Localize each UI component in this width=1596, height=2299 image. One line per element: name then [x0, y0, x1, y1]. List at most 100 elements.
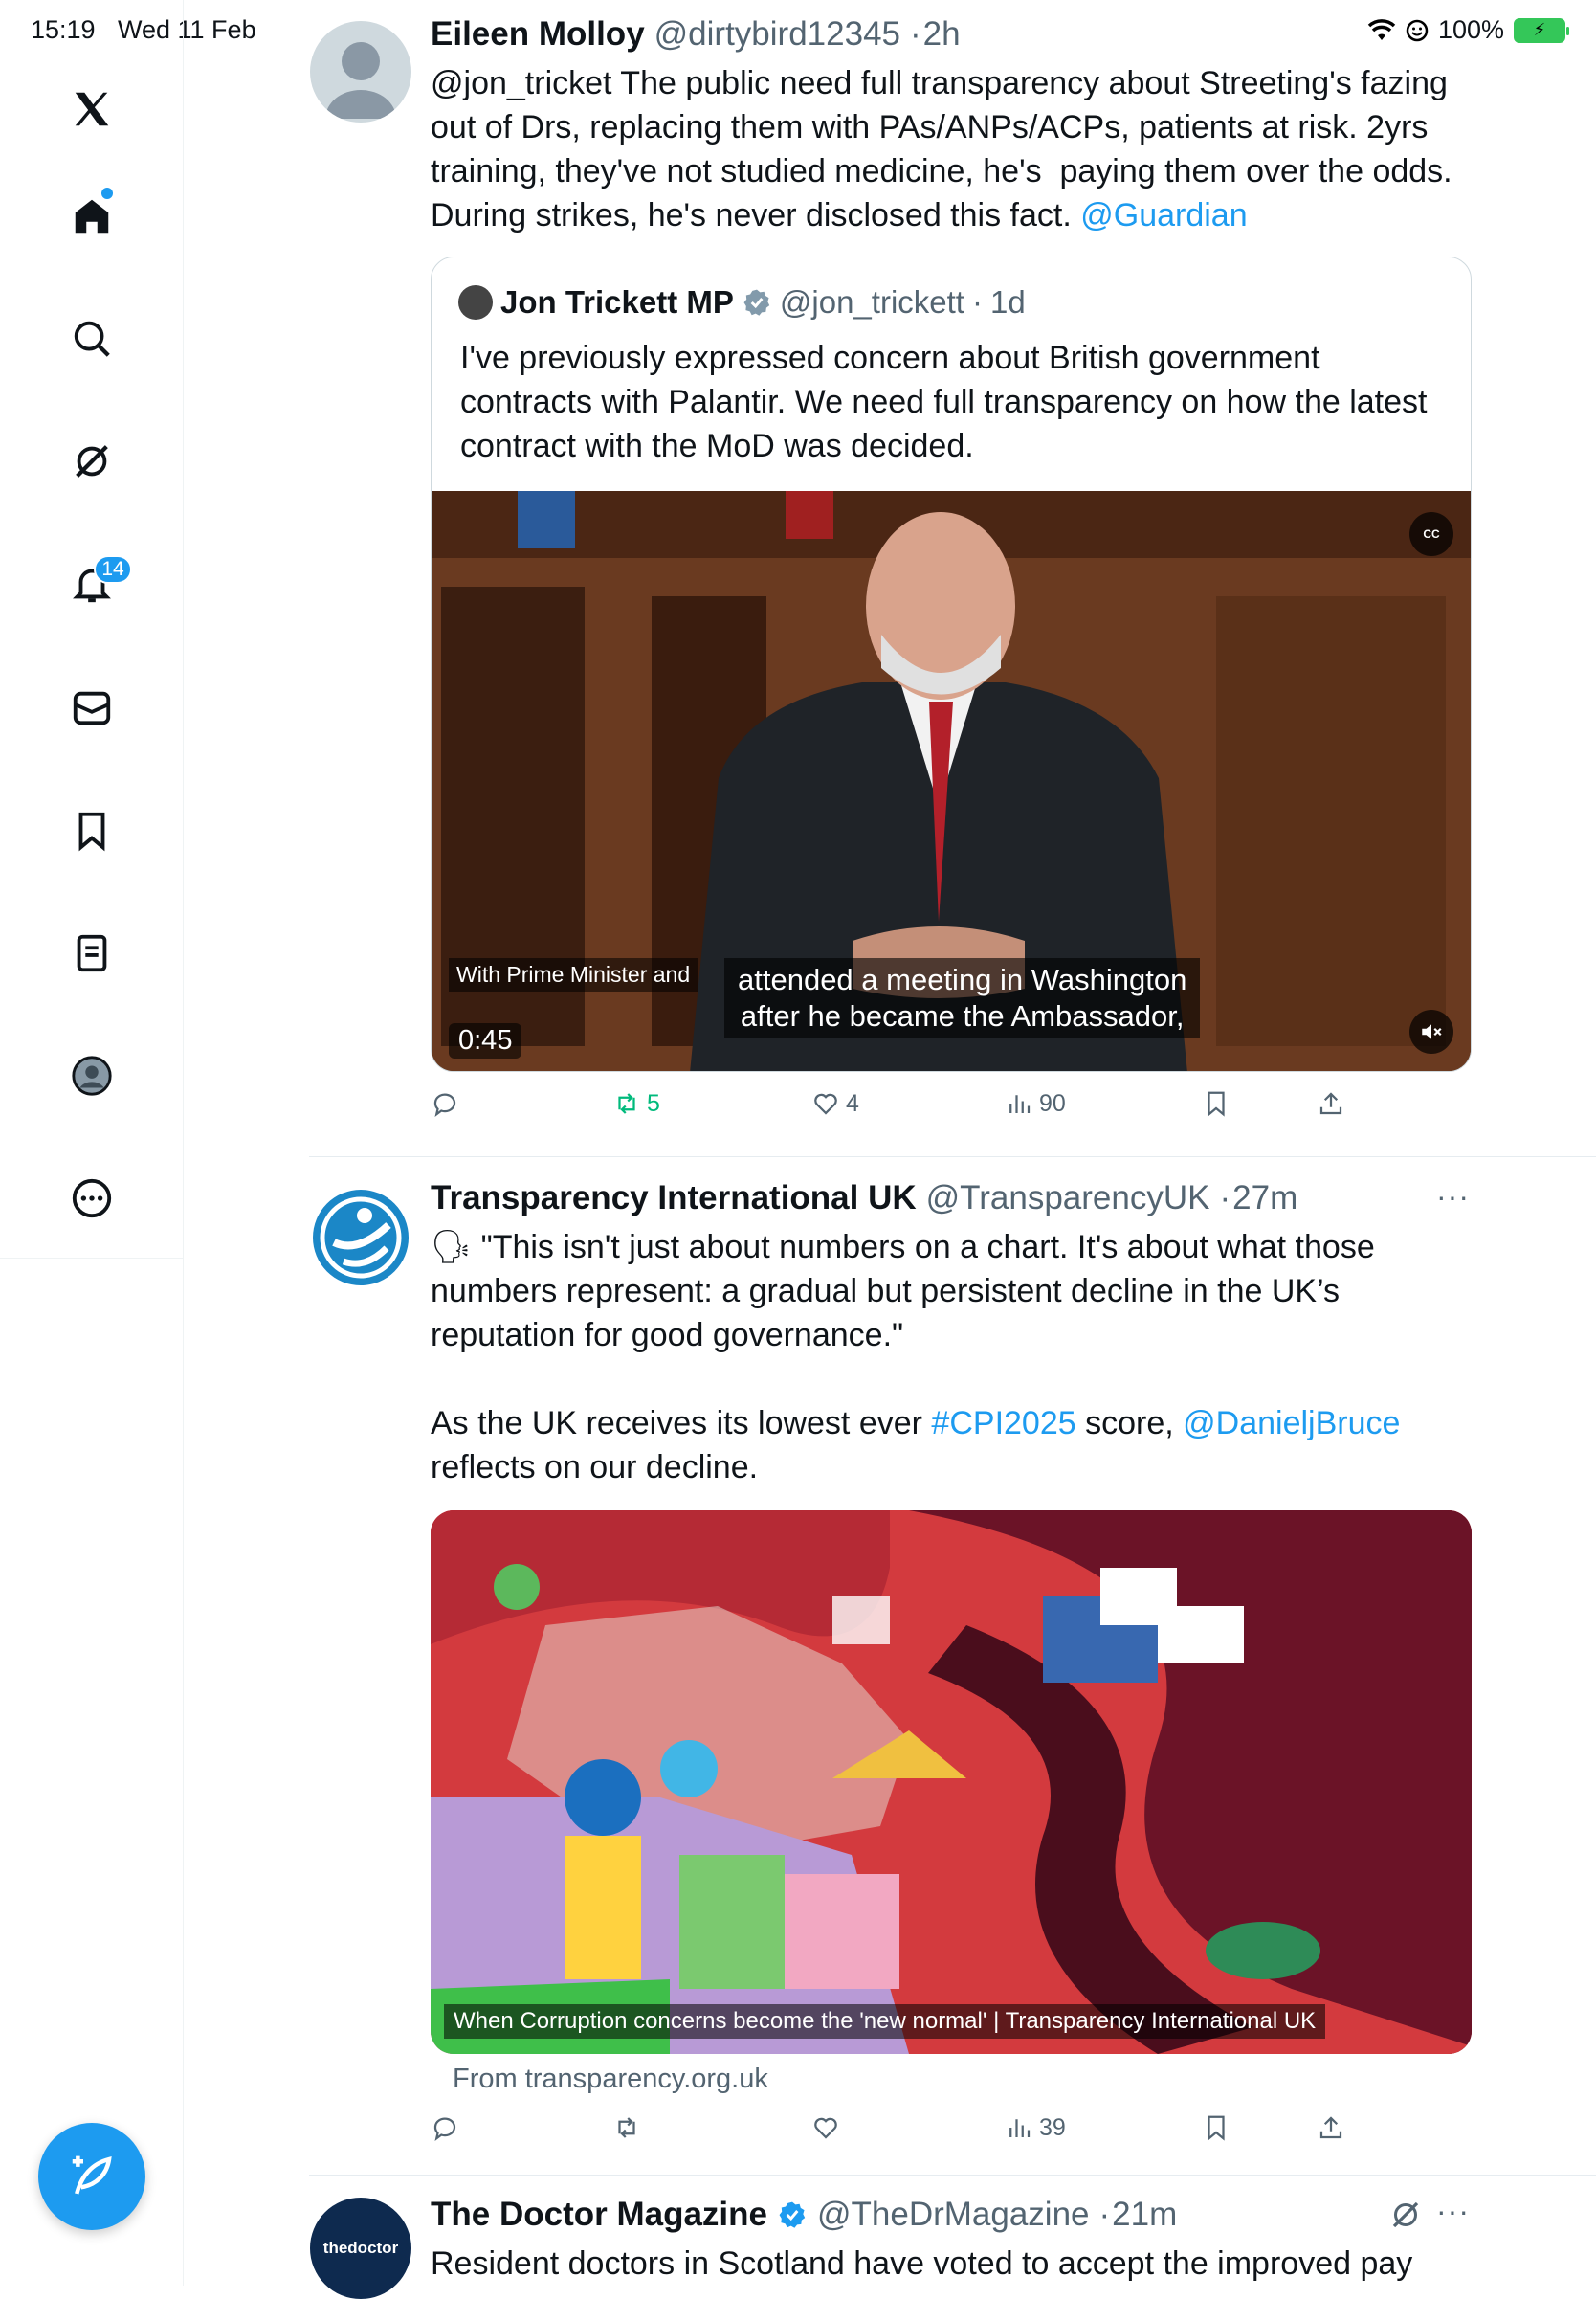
avatar[interactable]	[310, 1187, 411, 1288]
bookmark-button[interactable]	[1202, 2113, 1230, 2142]
bookmark-button[interactable]	[1202, 1089, 1230, 1118]
like-button[interactable]: 4	[811, 1089, 859, 1118]
tweet-text-quote: "This isn't just about numbers on a char…	[431, 1229, 1385, 1353]
share-button[interactable]	[1317, 1089, 1345, 1118]
grok-icon[interactable]	[1388, 2198, 1423, 2232]
compose-button[interactable]	[38, 2123, 145, 2230]
compose-feather-icon	[72, 2155, 112, 2195]
profile-icon[interactable]	[63, 1047, 121, 1105]
tweet-header: Transparency International UK @Transpare…	[431, 1179, 1297, 1217]
tweet-text: @jon_tricket The public need full transp…	[431, 61, 1474, 237]
quote-author-handle: @jon_trickett	[779, 284, 964, 320]
author-handle[interactable]: @TheDrMagazine	[817, 2196, 1090, 2234]
views-button[interactable]: 39	[1005, 2113, 1066, 2142]
tweet-header: Eileen Molloy @dirtybird12345 · 2h	[431, 15, 961, 54]
more-icon[interactable]	[63, 1170, 121, 1227]
tweet-divider	[309, 2175, 1596, 2176]
battery-icon: ⚡	[1514, 17, 1569, 43]
tweet-text-main: @jon_tricket The public need full transp…	[431, 65, 1462, 234]
tweet-text-part: score,	[1075, 1405, 1184, 1441]
video-subtitle-line: attended a meeting in Washington	[738, 963, 1187, 996]
views-chart-icon	[1009, 1095, 1031, 1113]
share-icon	[1319, 1092, 1342, 1115]
search-icon[interactable]	[63, 310, 121, 368]
avatar[interactable]	[310, 21, 411, 123]
link-card-caption: When Corruption concerns become the 'new…	[444, 2004, 1326, 2039]
home-unread-dot	[101, 188, 113, 199]
video-subtitle: attended a meeting in Washington after h…	[724, 958, 1201, 1038]
notifications-badge: 14	[94, 555, 132, 584]
view-count: 39	[1039, 2113, 1066, 2141]
tweet-text-part: As the UK receives its lowest ever	[431, 1405, 932, 1441]
tweet-text-part: reflects on our decline.	[431, 1449, 759, 1485]
messages-icon[interactable]	[63, 680, 121, 737]
tweet-divider	[309, 1156, 1596, 1157]
repost-count: 5	[647, 1089, 660, 1117]
repost-button[interactable]: 5	[612, 1089, 660, 1118]
separator-dot: ·	[1219, 1179, 1231, 1216]
link-card-image[interactable]: When Corruption concerns become the 'new…	[431, 1510, 1472, 2054]
video-subtitle-small: With Prime Minister and	[449, 958, 698, 992]
heart-icon	[814, 2117, 837, 2139]
grok-icon[interactable]	[63, 433, 121, 490]
avatar-wordmark: thedoctor	[322, 2239, 399, 2257]
repost-button[interactable]	[612, 2113, 641, 2142]
quote-author-name: Jon Trickett MP	[500, 284, 734, 320]
captions-button[interactable]: CC	[1409, 512, 1453, 556]
video-subtitle-line: after he became the Ambassador,	[740, 999, 1185, 1033]
link-card-source[interactable]: From transparency.org.uk	[453, 2064, 768, 2095]
tweet-actions: 39	[431, 2113, 1483, 2157]
tweet-time[interactable]: 21m	[1112, 2196, 1177, 2234]
author-handle[interactable]: @dirtybird12345	[654, 15, 900, 54]
views-button[interactable]: 90	[1005, 1089, 1066, 1118]
reply-icon	[433, 1093, 456, 1117]
quote-text: I've previously expressed concern about …	[460, 340, 1428, 464]
verified-badge-icon	[779, 2201, 806, 2228]
bookmark-icon	[1208, 1091, 1225, 1117]
author-name[interactable]: Eileen Molloy	[431, 15, 645, 54]
quoted-tweet[interactable]: Jon Trickett MP @jon_trickett · 1d I've …	[431, 257, 1472, 1072]
video-duration: 0:45	[449, 1023, 522, 1059]
tweet-more-button[interactable]: ···	[1436, 1179, 1470, 1215]
separator-dot: ·	[971, 284, 983, 320]
mention-link[interactable]: @DanieljBruce	[1183, 1405, 1400, 1441]
author-handle[interactable]: @TransparencyUK	[926, 1179, 1210, 1217]
author-name[interactable]: The Doctor Magazine	[431, 2196, 767, 2234]
tweet-time[interactable]: 2h	[923, 15, 961, 54]
like-count: 4	[846, 1089, 859, 1117]
tweet-header: The Doctor Magazine @TheDrMagazine · 21m	[431, 2196, 1177, 2234]
tweet-text: Resident doctors in Scotland have voted …	[431, 2245, 1413, 2282]
video-player[interactable]: CC With Prime Minister and attended a me…	[432, 491, 1471, 1071]
x-logo-icon[interactable]	[63, 80, 121, 138]
lists-icon[interactable]	[63, 925, 121, 982]
hashtag-link[interactable]: #CPI2025	[931, 1405, 1075, 1441]
reply-button[interactable]	[431, 2113, 459, 2142]
tweet-actions: 5 4 90	[431, 1089, 1483, 1133]
mention-link[interactable]: @Guardian	[1080, 197, 1247, 234]
bookmark-icon	[1208, 2115, 1225, 2141]
separator-dot: ·	[1098, 2196, 1111, 2233]
speaking-head-icon: 🗣	[431, 1229, 473, 1265]
tweet-text: 🗣 "This isn't just about numbers on a ch…	[431, 1225, 1474, 1489]
share-icon	[1319, 2116, 1342, 2139]
sidebar: 14	[0, 0, 184, 2286]
reply-button[interactable]	[431, 1089, 459, 1118]
like-button[interactable]	[811, 2113, 840, 2142]
timeline-feed: Eileen Molloy @dirtybird12345 · 2h @jon_…	[185, 0, 1596, 2299]
quote-time: 1d	[989, 284, 1026, 320]
corruption-illustration	[431, 1510, 1472, 2054]
repost-icon	[618, 1093, 635, 1114]
share-button[interactable]	[1317, 2113, 1345, 2142]
quote-header: Jon Trickett MP @jon_trickett · 1d	[458, 284, 1026, 321]
tweet-more-button[interactable]: ···	[1436, 2194, 1470, 2229]
repost-icon	[618, 2117, 635, 2138]
mute-button[interactable]	[1409, 1010, 1453, 1054]
heart-icon	[814, 1093, 837, 1115]
bookmarks-icon[interactable]	[63, 802, 121, 859]
tweet-time[interactable]: 27m	[1232, 1179, 1297, 1217]
author-name[interactable]: Transparency International UK	[431, 1179, 917, 1217]
views-chart-icon	[1009, 2119, 1031, 2137]
avatar[interactable]: thedoctor	[310, 2198, 411, 2299]
view-count: 90	[1039, 1089, 1066, 1117]
verified-badge-icon	[743, 289, 770, 316]
